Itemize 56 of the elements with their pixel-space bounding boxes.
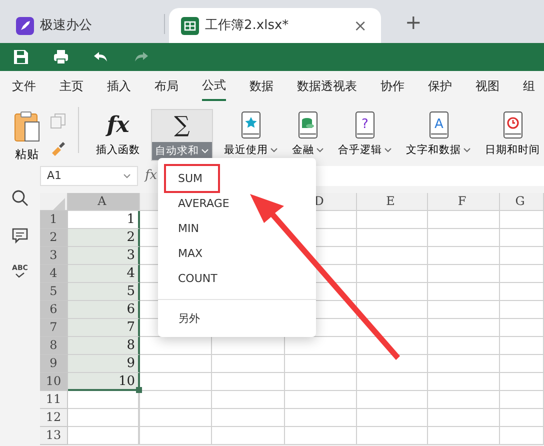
row-header[interactable]: 9 xyxy=(40,355,68,373)
table-cell: 9 xyxy=(68,355,140,373)
question-book-icon: ? xyxy=(355,111,375,139)
row-header[interactable]: 12 xyxy=(40,409,68,427)
close-button[interactable]: × xyxy=(352,14,369,38)
row-header[interactable]: 5 xyxy=(40,283,68,301)
column-header[interactable]: A xyxy=(68,193,140,211)
row-header[interactable]: 6 xyxy=(40,301,68,319)
function-button[interactable]: 日期和时间 xyxy=(482,109,543,161)
new-tab-button[interactable]: + xyxy=(399,6,428,38)
menu-item[interactable]: 另外 xyxy=(158,306,200,331)
table-cell: 4 xyxy=(68,265,140,283)
function-button[interactable]: ∑ 自动求和 xyxy=(151,109,213,161)
menu-tab[interactable]: 视图 xyxy=(476,71,500,101)
function-button[interactable]: A 文字和数据 xyxy=(403,109,474,161)
menu-tab[interactable]: 布局 xyxy=(154,71,178,101)
column-header[interactable]: G xyxy=(500,193,544,211)
letter-book-icon: A xyxy=(428,111,448,139)
row-header[interactable]: 4 xyxy=(40,265,68,283)
table-cell: 7 xyxy=(68,319,140,337)
menu-tab[interactable]: 数据 xyxy=(250,71,274,101)
menu-item[interactable]: COUNT xyxy=(158,266,218,291)
function-button[interactable]: fx 插入函数 xyxy=(93,109,143,161)
app-tab[interactable]: 极速办公 xyxy=(4,8,104,43)
menu-item[interactable]: MAX xyxy=(158,241,203,266)
menu-item[interactable]: MIN xyxy=(158,216,199,241)
table-cell: 10 xyxy=(68,373,140,391)
table-cell: 5 xyxy=(68,283,140,301)
function-button[interactable]: ? 合乎逻辑 xyxy=(335,109,395,161)
table-cell: 2 xyxy=(68,229,140,247)
row-header[interactable]: 11 xyxy=(40,391,68,409)
menu-tab[interactable]: 主页 xyxy=(60,71,84,101)
row-header[interactable]: 3 xyxy=(40,247,68,265)
row-header[interactable]: 2 xyxy=(40,229,68,247)
table-cell: 6 xyxy=(68,301,140,319)
column-header[interactable]: F xyxy=(428,193,500,211)
menu-tab[interactable]: 保护 xyxy=(428,71,452,101)
menu-tab[interactable]: 组 xyxy=(523,71,535,101)
app-tab[interactable]: 工作簿2.xlsx* × xyxy=(169,8,381,43)
menu-tab[interactable]: 协作 xyxy=(380,71,404,101)
row-header[interactable]: 10 xyxy=(40,373,68,391)
menu-tab[interactable]: 数据透视表 xyxy=(297,71,357,101)
paste-button[interactable]: 粘贴 xyxy=(12,111,42,163)
name-box[interactable]: A1 xyxy=(40,166,138,186)
row-header[interactable]: 7 xyxy=(40,319,68,337)
table-cell: 8 xyxy=(68,337,140,355)
row-header[interactable]: 13 xyxy=(40,427,68,445)
menu-item[interactable]: AVERAGE xyxy=(158,191,230,216)
column-header[interactable]: E xyxy=(357,193,428,211)
row-header[interactable]: 8 xyxy=(40,337,68,355)
formula-label: fx xyxy=(145,167,158,186)
table-cell: 3 xyxy=(68,247,140,265)
menu-tab[interactable]: 文件 xyxy=(12,71,36,101)
row-header[interactable]: 1 xyxy=(40,211,68,229)
menu-tab[interactable]: 插入 xyxy=(107,71,131,101)
menu-item[interactable]: SUM xyxy=(166,166,218,191)
